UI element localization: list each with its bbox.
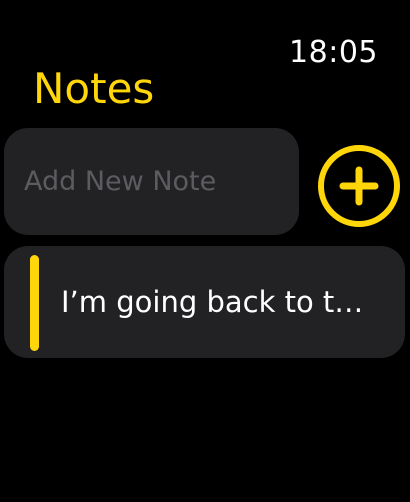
status-time: 18:05 [289, 35, 378, 70]
note-accent-bar [30, 255, 39, 351]
plus-circle-icon [339, 166, 379, 206]
add-note-placeholder: Add New Note [24, 166, 217, 197]
add-note-input[interactable]: Add New Note [4, 128, 299, 235]
note-list-item[interactable]: I’m going back to t… [4, 246, 405, 358]
add-note-button[interactable] [318, 145, 400, 227]
note-preview-text: I’m going back to t… [61, 285, 364, 319]
page-title: Notes [33, 64, 155, 113]
